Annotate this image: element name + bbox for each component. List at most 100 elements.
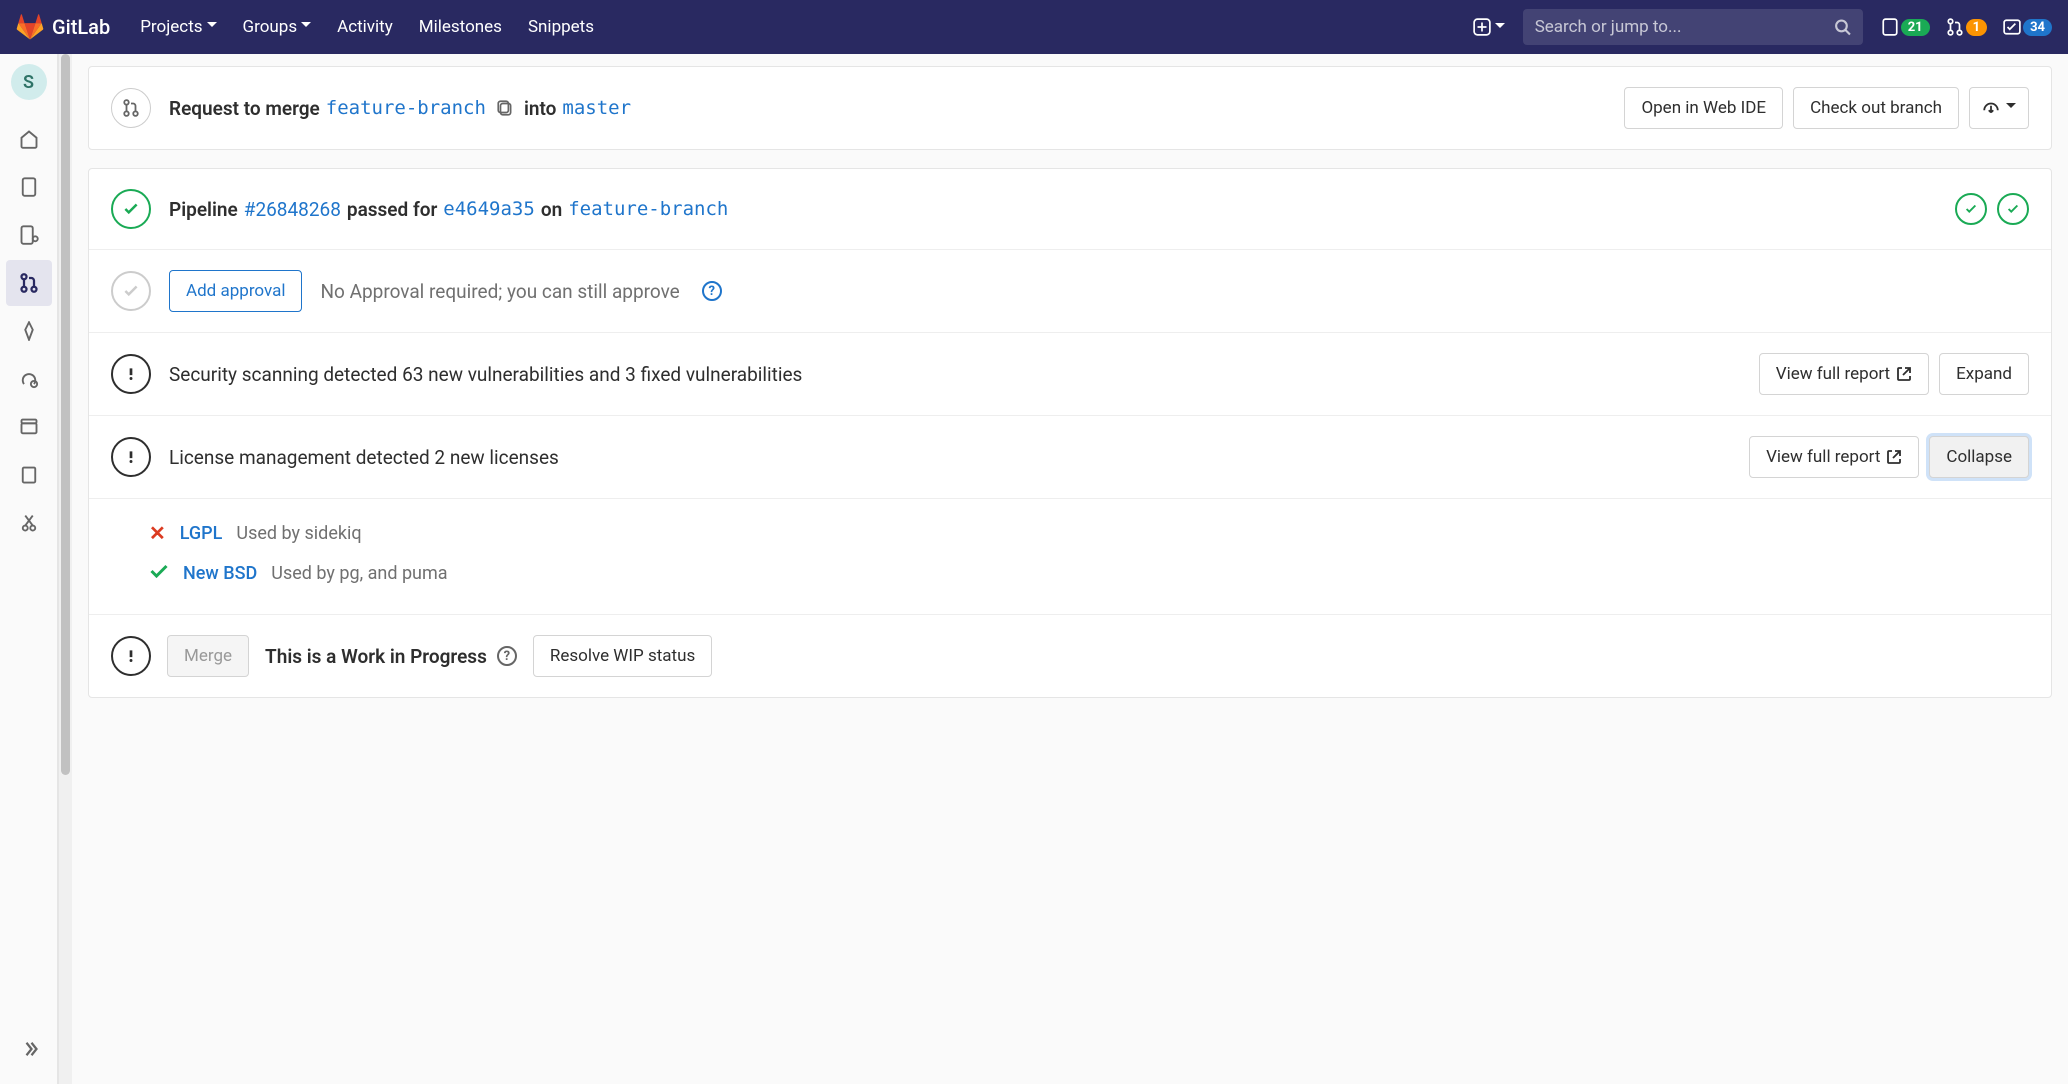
security-text: Security scanning detected 63 new vulner… bbox=[169, 363, 802, 386]
nav-groups[interactable]: Groups bbox=[233, 9, 322, 45]
nav-projects[interactable]: Projects bbox=[130, 9, 226, 45]
license-warning-icon bbox=[111, 437, 151, 477]
approval-help-icon[interactable]: ? bbox=[702, 281, 722, 301]
license-item-approved: New BSD Used by pg, and puma bbox=[89, 553, 2051, 594]
merge-warning-icon bbox=[111, 636, 151, 676]
pipeline-status-icon bbox=[111, 189, 151, 229]
external-link-icon bbox=[1896, 366, 1912, 382]
stage-status-1[interactable] bbox=[1955, 193, 1987, 225]
sidebar-collapse[interactable] bbox=[6, 1026, 52, 1072]
merge-request-icon bbox=[122, 99, 140, 117]
search-box[interactable] bbox=[1523, 9, 1863, 45]
todos-icon bbox=[2003, 18, 2021, 36]
issues-badge: 21 bbox=[1901, 19, 1930, 36]
nav-activity[interactable]: Activity bbox=[327, 9, 403, 45]
project-avatar[interactable]: S bbox=[11, 64, 47, 100]
wip-text: This is a Work in Progress ? bbox=[265, 645, 517, 668]
sidebar-merge-requests[interactable] bbox=[6, 260, 52, 306]
merge-action-row: Merge This is a Work in Progress ? Resol… bbox=[89, 614, 2051, 697]
tanuki-icon bbox=[16, 13, 44, 41]
license-view-report-button[interactable]: View full report bbox=[1749, 436, 1919, 478]
top-navbar: GitLab Projects Groups Activity Mileston… bbox=[0, 0, 2068, 54]
status-panel: Pipeline #26848268 passed for e4649a35 o… bbox=[88, 168, 2052, 698]
source-branch-link[interactable]: feature-branch bbox=[326, 97, 486, 119]
gitlab-logo[interactable]: GitLab bbox=[16, 13, 110, 41]
warning-icon bbox=[122, 365, 140, 383]
pipeline-row: Pipeline #26848268 passed for e4649a35 o… bbox=[89, 169, 2051, 249]
security-view-report-button[interactable]: View full report bbox=[1759, 353, 1929, 395]
issues-icon bbox=[1881, 18, 1899, 36]
check-icon bbox=[122, 282, 140, 300]
chevron-down-icon bbox=[301, 17, 311, 37]
license-list: ✕ LGPL Used by sidekiq New BSD Used by p… bbox=[89, 498, 2051, 614]
resolve-wip-button[interactable]: Resolve WIP status bbox=[533, 635, 712, 677]
nav-snippets[interactable]: Snippets bbox=[518, 9, 604, 45]
download-dropdown[interactable] bbox=[1969, 87, 2029, 129]
security-warning-icon bbox=[111, 354, 151, 394]
brand-text: GitLab bbox=[52, 15, 110, 39]
merge-request-icon-circle bbox=[111, 88, 151, 128]
pipeline-id-link[interactable]: #26848268 bbox=[244, 198, 341, 221]
wip-help-icon[interactable]: ? bbox=[497, 646, 517, 666]
warning-icon bbox=[122, 448, 140, 466]
chevron-down-icon bbox=[1495, 18, 1505, 37]
sidebar-scrollbar[interactable] bbox=[58, 54, 72, 1084]
approved-icon bbox=[149, 561, 169, 586]
sidebar-snippets[interactable] bbox=[6, 500, 52, 546]
license-row-header: License management detected 2 new licens… bbox=[89, 415, 2051, 498]
sidebar-overview[interactable] bbox=[6, 116, 52, 162]
stage-status-2[interactable] bbox=[1997, 193, 2029, 225]
pipeline-text: Pipeline #26848268 passed for e4649a35 o… bbox=[169, 198, 728, 221]
top-nav: Projects Groups Activity Milestones Snip… bbox=[130, 9, 604, 45]
target-branch-link[interactable]: master bbox=[562, 97, 631, 119]
sidebar-cicd[interactable] bbox=[6, 308, 52, 354]
license-name-link[interactable]: LGPL bbox=[180, 523, 223, 544]
download-icon bbox=[1982, 99, 2000, 117]
license-collapse-button[interactable]: Collapse bbox=[1929, 436, 2029, 478]
chevron-down-icon bbox=[2006, 98, 2016, 118]
sidebar-operations[interactable] bbox=[6, 356, 52, 402]
scrollbar-thumb[interactable] bbox=[61, 54, 70, 775]
security-row: Security scanning detected 63 new vulner… bbox=[89, 332, 2051, 415]
open-web-ide-button[interactable]: Open in Web IDE bbox=[1624, 87, 1783, 129]
sidebar-repository[interactable] bbox=[6, 164, 52, 210]
main-content: Request to merge feature-branch into mas… bbox=[72, 54, 2068, 1084]
new-dropdown[interactable] bbox=[1465, 12, 1513, 43]
plus-square-icon bbox=[1473, 18, 1491, 36]
pipeline-branch-link[interactable]: feature-branch bbox=[568, 198, 728, 220]
merge-request-text: Request to merge feature-branch into mas… bbox=[169, 97, 631, 120]
sidebar-wiki[interactable] bbox=[6, 452, 52, 498]
license-name-link[interactable]: New BSD bbox=[183, 563, 257, 584]
security-expand-button[interactable]: Expand bbox=[1939, 353, 2029, 395]
todos-badge: 34 bbox=[2023, 19, 2052, 36]
mr-badge: 1 bbox=[1966, 19, 1987, 36]
merge-request-icon bbox=[1946, 18, 1964, 36]
chevron-down-icon bbox=[207, 17, 217, 37]
left-sidebar: S bbox=[0, 54, 58, 1084]
merge-button[interactable]: Merge bbox=[167, 635, 249, 677]
denied-icon: ✕ bbox=[149, 521, 166, 545]
merge-request-widget: Request to merge feature-branch into mas… bbox=[88, 66, 2052, 150]
search-icon bbox=[1834, 18, 1851, 36]
commit-sha-link[interactable]: e4649a35 bbox=[443, 198, 535, 220]
warning-icon bbox=[122, 647, 140, 665]
search-input[interactable] bbox=[1535, 17, 1834, 37]
license-item-denied: ✕ LGPL Used by sidekiq bbox=[89, 513, 2051, 553]
license-text: License management detected 2 new licens… bbox=[169, 446, 559, 469]
nav-milestones[interactable]: Milestones bbox=[409, 9, 512, 45]
issues-link[interactable]: 21 bbox=[1881, 18, 1930, 36]
add-approval-button[interactable]: Add approval bbox=[169, 270, 302, 312]
merge-requests-link[interactable]: 1 bbox=[1946, 18, 1987, 36]
copy-branch-icon[interactable] bbox=[496, 99, 514, 117]
todos-link[interactable]: 34 bbox=[2003, 18, 2052, 36]
sidebar-registry[interactable] bbox=[6, 404, 52, 450]
license-used-by: Used by sidekiq bbox=[236, 523, 361, 544]
check-icon bbox=[122, 200, 140, 218]
license-used-by: Used by pg, and puma bbox=[271, 563, 447, 584]
approval-row: Add approval No Approval required; you c… bbox=[89, 249, 2051, 332]
approval-status-icon bbox=[111, 271, 151, 311]
external-link-icon bbox=[1886, 449, 1902, 465]
header-icons: 21 1 34 bbox=[1881, 18, 2052, 36]
sidebar-issues[interactable] bbox=[6, 212, 52, 258]
check-out-branch-button[interactable]: Check out branch bbox=[1793, 87, 1959, 129]
